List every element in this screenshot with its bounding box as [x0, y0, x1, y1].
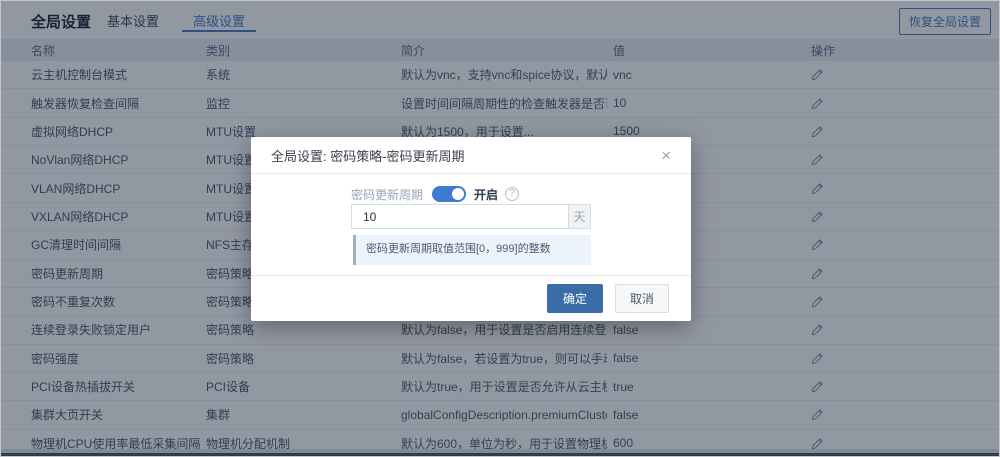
confirm-button[interactable]: 确定: [546, 284, 603, 313]
password-period-toggle[interactable]: [432, 186, 467, 202]
toggle-label: 密码更新周期: [351, 187, 424, 202]
toggle-knob: [452, 188, 465, 200]
period-input-row: 天: [351, 204, 591, 229]
dialog-body: 密码更新周期 开启 ? 天 密码更新周期取值范围[0，999]的整数: [251, 174, 691, 275]
dialog-title: 全局设置: 密码策略-密码更新周期: [271, 148, 465, 164]
help-icon[interactable]: ?: [505, 187, 520, 201]
app-window: 全局设置 基本设置 高级设置 恢复全局设置 名称 类别 简介 值 操作 云主机控…: [0, 0, 1000, 457]
password-update-period-dialog: 全局设置: 密码策略-密码更新周期 × 密码更新周期 开启 ? 天 密码更新周期…: [251, 137, 691, 321]
toggle-state-text: 开启: [474, 187, 499, 202]
dialog-footer: 确定 取消: [251, 275, 691, 321]
range-hint: 密码更新周期取值范围[0，999]的整数: [353, 235, 591, 265]
close-icon[interactable]: ×: [661, 147, 671, 164]
cancel-button[interactable]: 取消: [614, 284, 669, 313]
dialog-header: 全局设置: 密码策略-密码更新周期 ×: [251, 137, 691, 174]
period-input[interactable]: [351, 204, 569, 229]
unit-addon: 天: [568, 204, 591, 229]
toggle-row: 密码更新周期 开启 ?: [351, 185, 520, 203]
